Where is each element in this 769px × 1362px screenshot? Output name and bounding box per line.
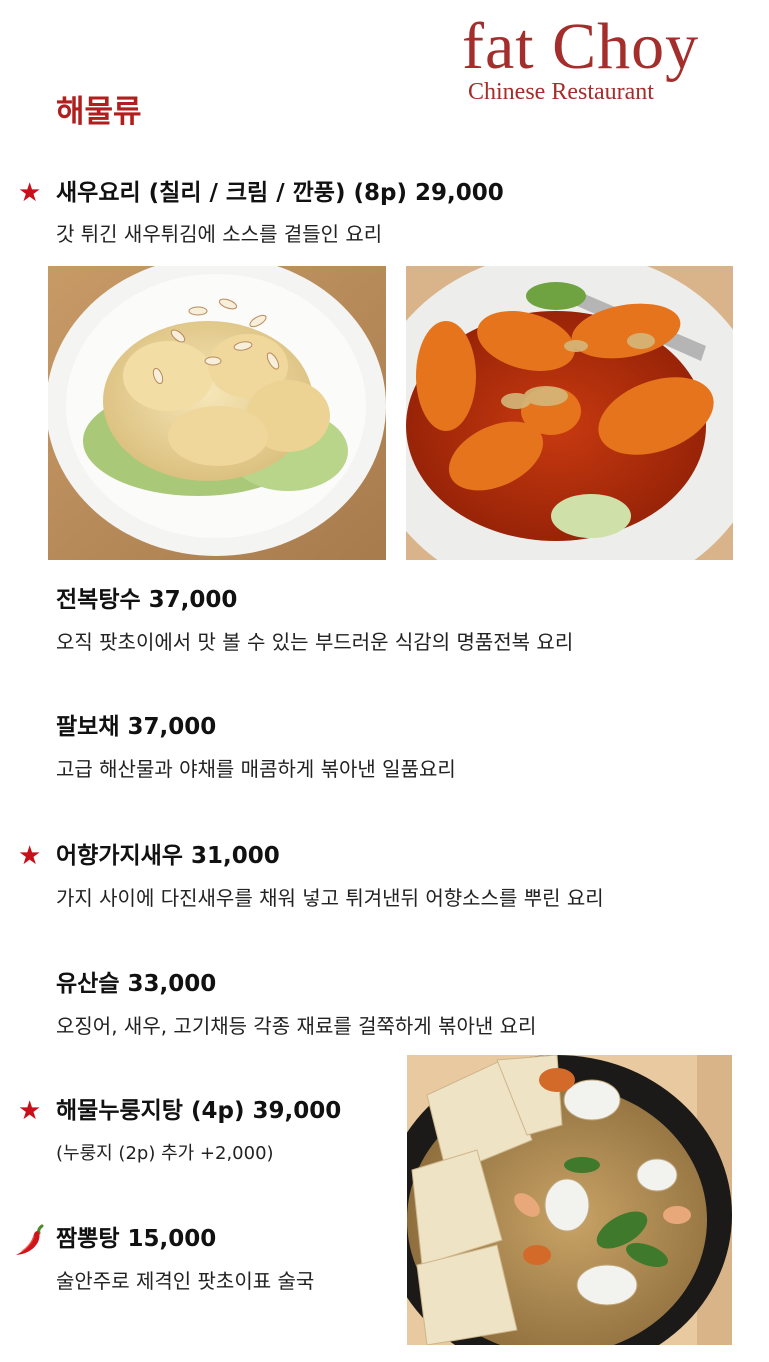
item-desc: 가지 사이에 다진새우를 채워 넣고 튀겨낸뒤 어향소스를 뿌린 요리 — [56, 886, 604, 910]
item-name: 짬뽕탕 15,000 — [56, 1226, 217, 1252]
menu-item-palbochae: 팔보채 37,000 고급 해산물과 야채를 매콤하게 볶아낸 일품요리 — [56, 712, 456, 783]
star-icon: ★ — [18, 178, 42, 208]
item-desc: 오직 팟초이에서 맛 볼 수 있는 부드러운 식감의 명품전복 요리 — [56, 630, 574, 654]
menu-item-nurungji-soup: 해물누룽지탕 (4p) 39,000 (누룽지 (2p) 추가 +2,000) — [56, 1096, 341, 1168]
brand-name: fat Choy — [462, 10, 700, 83]
item-desc: (누룽지 (2p) 추가 +2,000) — [56, 1143, 274, 1164]
item-name: 전복탕수 37,000 — [56, 587, 238, 613]
item-desc: 술안주로 제격인 팟초이표 술국 — [56, 1269, 315, 1293]
brand-logo: fat Choy Chinese Restaurant — [462, 10, 752, 105]
item-name: 유산슬 33,000 — [56, 971, 217, 997]
item-name: 해물누룽지탕 (4p) 39,000 — [56, 1098, 342, 1124]
item-desc: 고급 해산물과 야채를 매콤하게 볶아낸 일품요리 — [56, 757, 456, 781]
item-name: 팔보채 37,000 — [56, 714, 217, 740]
menu-item-eggplant-shrimp: 어향가지새우 31,000 가지 사이에 다진새우를 채워 넣고 튀겨낸뒤 어향… — [56, 841, 604, 912]
chili-shrimp-photo — [406, 266, 733, 560]
brand-subtitle: Chinese Restaurant — [468, 79, 654, 105]
menu-item-yusanseul: 유산슬 33,000 오징어, 새우, 고기채등 각종 재료를 걸쭉하게 볶아낸… — [56, 969, 536, 1040]
star-icon: ★ — [18, 841, 42, 871]
item-name: 새우요리 (칠리 / 크림 / 깐풍) (8p) 29,000 — [56, 180, 504, 206]
star-icon: ★ — [18, 1096, 42, 1126]
chili-icon — [16, 1224, 44, 1255]
item-desc: 오징어, 새우, 고기채등 각종 재료를 걸쭉하게 볶아낸 요리 — [56, 1014, 537, 1038]
menu-item-shrimp: 새우요리 (칠리 / 크림 / 깐풍) (8p) 29,000 갓 튀긴 새우튀… — [56, 178, 504, 248]
item-desc: 갓 튀긴 새우튀김에 소스를 곁들인 요리 — [56, 222, 383, 246]
menu-item-abalone: 전복탕수 37,000 오직 팟초이에서 맛 볼 수 있는 부드러운 식감의 명… — [56, 585, 573, 656]
section-title: 해물류 — [56, 94, 142, 130]
item-name: 어향가지새우 31,000 — [56, 843, 280, 869]
cream-shrimp-photo — [48, 266, 386, 560]
menu-item-jjamppong-soup: 짬뽕탕 15,000 술안주로 제격인 팟초이표 술국 — [56, 1224, 314, 1295]
nurungji-soup-photo — [407, 1055, 732, 1345]
